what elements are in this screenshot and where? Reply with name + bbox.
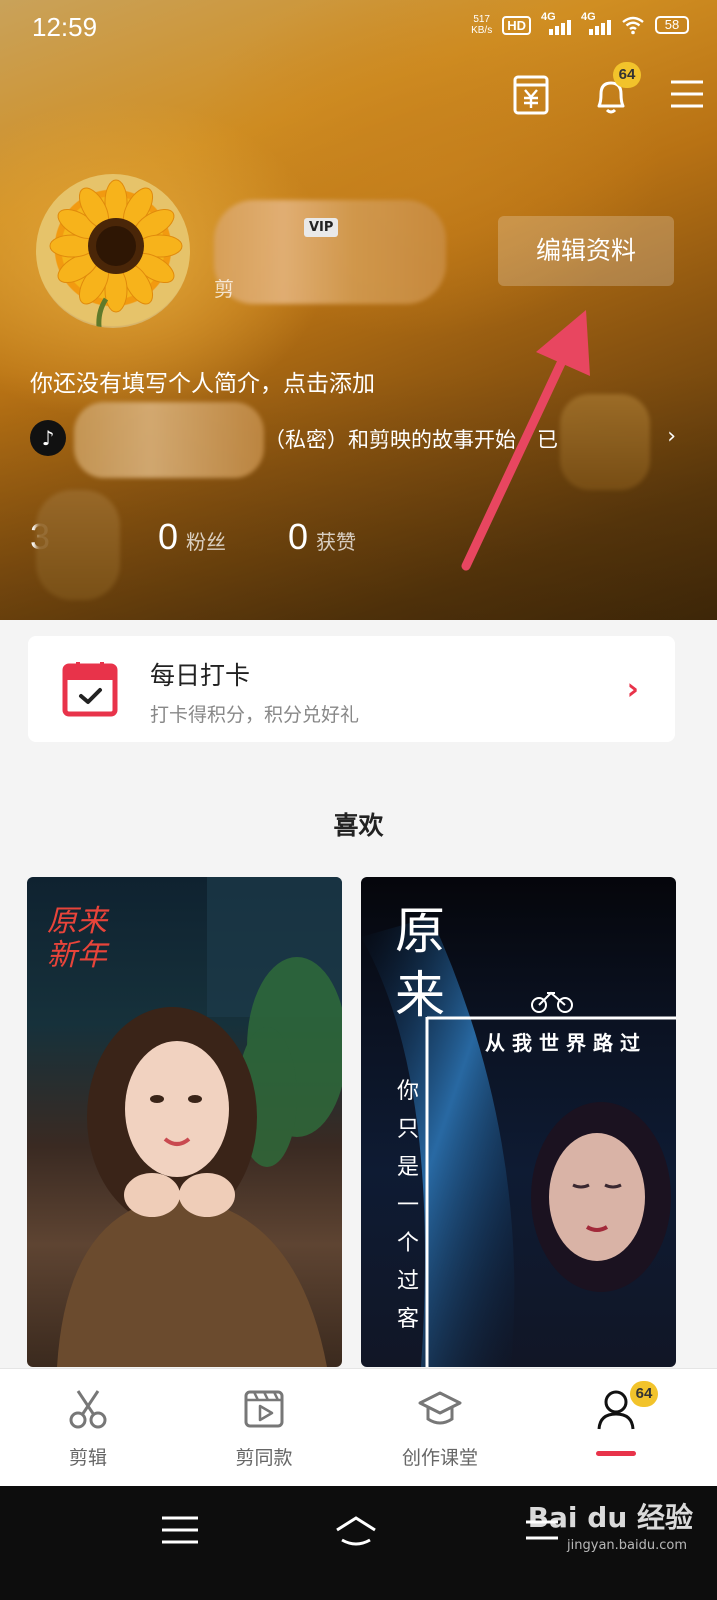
checkin-title: 每日打卡 [150, 661, 251, 690]
daily-checkin-card[interactable]: 每日打卡 打卡得积分，积分兑好礼 › [28, 636, 675, 742]
template-icon [244, 1390, 284, 1428]
chevron-right-icon: › [626, 672, 639, 707]
vip-badge: VIP [304, 218, 339, 237]
notification-badge: 64 [613, 62, 641, 88]
redacted-text [36, 490, 120, 600]
net-speed: 517 KB/s [471, 14, 493, 36]
signal-icon: 4G [581, 11, 611, 35]
calendar-check-icon [62, 662, 118, 717]
status-indicators: 517 KB/s HD 4G 4G 58 [471, 11, 689, 36]
hd-icon: HD [502, 15, 531, 35]
bottom-nav: 剪辑 剪同款 创作课堂 64 [0, 1368, 717, 1486]
stat-likes[interactable]: 0 获赞 [288, 516, 356, 558]
redacted-username [214, 200, 446, 304]
active-tab-indicator [596, 1451, 636, 1456]
tab-templates[interactable]: 剪同款 [194, 1369, 334, 1487]
template-line-text: 从我世界路过 [485, 1031, 647, 1055]
chevron-right-icon: › [667, 424, 676, 449]
tab-school[interactable]: 创作课堂 [370, 1369, 510, 1487]
account-subname: 剪 [214, 277, 234, 301]
wifi-icon [622, 16, 644, 35]
baidu-watermark: Bai du 经验 [527, 1501, 693, 1534]
system-nav-bar: Bai du 经验 jingyan.baidu.com [0, 1486, 717, 1600]
template-text-overlay: 原来新年 [47, 904, 107, 973]
liked-template-card[interactable]: 原来新年 [27, 877, 342, 1367]
likes-section-title: 喜欢 [333, 811, 384, 840]
tiktok-icon: ♪ [30, 420, 66, 456]
stat-followers[interactable]: 0 粉丝 [158, 516, 226, 558]
edit-profile-button[interactable]: 编辑资料 [498, 216, 674, 286]
battery-icon: 58 [655, 16, 689, 34]
template-vertical-text: 你只是一个过客 [397, 1079, 420, 1332]
redacted-text [74, 402, 264, 478]
baidu-watermark-url: jingyan.baidu.com [567, 1538, 687, 1553]
scissors-icon [69, 1390, 107, 1429]
menu-icon[interactable] [665, 72, 709, 116]
profile-badge: 64 [630, 1381, 658, 1407]
tab-edit[interactable]: 剪辑 [18, 1369, 158, 1487]
profile-header: 12:59 517 KB/s HD 4G 4G 58 64 VIP 剪 编辑资料… [0, 0, 717, 620]
status-bar: 12:59 517 KB/s HD 4G 4G 58 [0, 0, 717, 56]
signal-icon: 4G [541, 11, 571, 35]
annotation-arrow [461, 310, 590, 571]
template-title-text: 原来 [395, 902, 445, 1024]
bio-prompt[interactable]: 你还没有填写个人简介，点击添加 [30, 364, 375, 398]
avatar[interactable] [36, 174, 190, 328]
notification-button[interactable]: 64 [587, 62, 641, 118]
status-time: 12:59 [32, 12, 98, 42]
sunflower-icon [49, 179, 183, 328]
header-actions: 64 [477, 62, 717, 124]
wallet-icon[interactable] [509, 72, 553, 116]
menu-icon[interactable] [158, 1510, 202, 1550]
checkin-subtitle: 打卡得积分，积分兑好礼 [150, 704, 360, 726]
liked-template-card[interactable]: 原来 从我世界路过 你只是一个过客 [361, 877, 676, 1367]
home-icon[interactable] [334, 1510, 378, 1550]
tab-profile[interactable]: 64 [546, 1369, 686, 1487]
username-row: VIP [304, 218, 339, 237]
graduation-cap-icon [418, 1391, 462, 1425]
